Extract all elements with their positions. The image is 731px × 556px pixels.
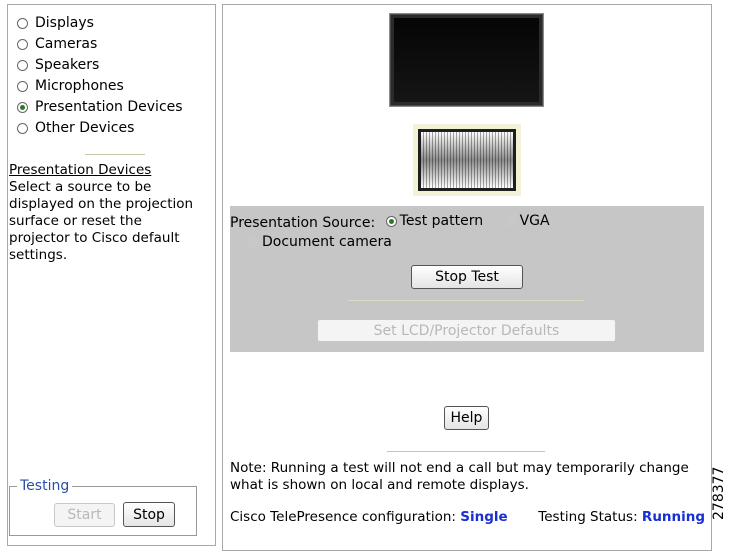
status-line: Cisco TelePresence configuration: Single… <box>230 509 710 526</box>
device-option-other-devices[interactable]: Other Devices <box>17 118 183 139</box>
display-icon <box>389 13 544 107</box>
radio-button[interactable] <box>17 39 28 50</box>
help-body: Select a source to be displayed on the p… <box>9 179 194 263</box>
device-option-label: Presentation Devices <box>35 99 183 115</box>
divider <box>85 154 145 155</box>
source-option-vga[interactable]: VGA <box>500 212 550 231</box>
help-button[interactable]: Help <box>444 406 489 430</box>
device-option-speakers[interactable]: Speakers <box>17 55 183 76</box>
stop-test-button[interactable]: Stop Test <box>411 265 523 289</box>
device-radio-list: Displays Cameras Speakers Microphones Pr… <box>17 13 183 139</box>
figure-id: 278377 <box>711 466 727 520</box>
device-option-presentation-devices[interactable]: Presentation Devices <box>17 97 183 118</box>
testing-status-label: Testing Status: <box>538 509 638 525</box>
test-pattern-icon <box>413 124 521 196</box>
divider <box>387 451 545 452</box>
radio-button-disabled[interactable] <box>248 237 259 248</box>
source-option-label: VGA <box>519 213 550 229</box>
device-option-microphones[interactable]: Microphones <box>17 76 183 97</box>
presentation-source-row: Presentation Source: Test pattern VGA Do… <box>230 212 704 254</box>
radio-button-selected[interactable] <box>17 102 28 113</box>
source-option-label: Test pattern <box>399 213 484 229</box>
source-option-label: Document camera <box>262 234 392 250</box>
device-option-label: Displays <box>35 15 94 31</box>
source-option-test-pattern[interactable]: Test pattern <box>380 212 483 231</box>
source-option-document-camera[interactable]: Document camera <box>242 233 392 252</box>
radio-button[interactable] <box>17 123 28 134</box>
config-value: Single <box>460 509 508 525</box>
radio-button[interactable] <box>17 60 28 71</box>
device-option-label: Speakers <box>35 57 100 73</box>
set-projector-defaults-button[interactable]: Set LCD/Projector Defaults <box>317 319 616 342</box>
divider <box>348 300 584 301</box>
device-option-label: Other Devices <box>35 120 135 136</box>
radio-button-disabled[interactable] <box>505 216 517 227</box>
device-option-cameras[interactable]: Cameras <box>17 34 183 55</box>
config-label: Cisco TelePresence configuration: <box>230 509 456 525</box>
radio-button[interactable] <box>17 18 28 29</box>
device-option-displays[interactable]: Displays <box>17 13 183 34</box>
device-option-label: Microphones <box>35 78 124 94</box>
stop-button[interactable]: Stop <box>123 502 175 527</box>
testing-status-value: Running <box>641 509 706 525</box>
note-text: Note: Running a test will not end a call… <box>230 460 689 493</box>
help-description: Presentation Devices Select a source to … <box>9 162 204 264</box>
presentation-source-label: Presentation Source: <box>230 215 376 231</box>
radio-button-selected[interactable] <box>385 216 397 227</box>
help-title: Presentation Devices <box>9 162 152 178</box>
device-option-label: Cameras <box>35 36 98 52</box>
presentation-source-box: Presentation Source: Test pattern VGA Do… <box>230 206 704 352</box>
start-button[interactable]: Start <box>54 503 115 527</box>
testing-legend: Testing <box>20 478 70 494</box>
radio-button[interactable] <box>17 81 28 92</box>
